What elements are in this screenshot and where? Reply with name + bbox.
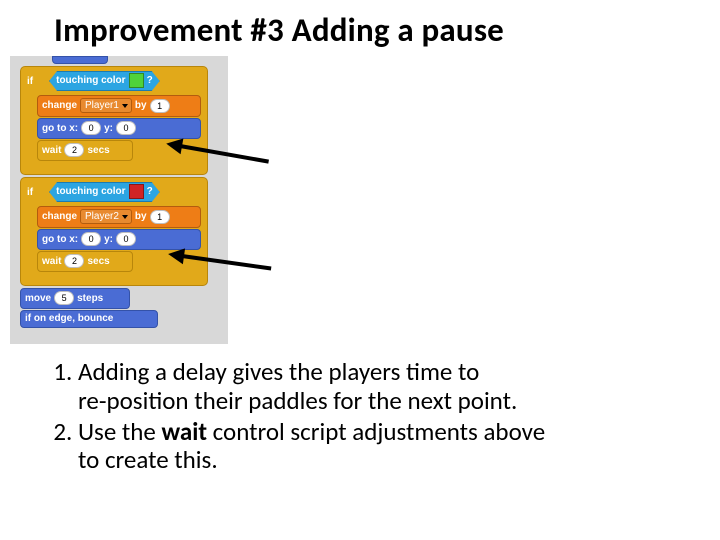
page-title: Improvement #3 Adding a pause [0,0,720,60]
touching-color-sensor-2[interactable]: touching color ? [49,182,160,202]
steps-input[interactable]: 5 [54,291,74,305]
color-swatch-green[interactable] [129,73,144,88]
bold-wait: wait [162,416,208,447]
text: control script adjustments above [207,416,545,447]
body-text: Adding a delay gives the players time to… [40,358,688,477]
color-swatch-red[interactable] [129,184,144,199]
by-label: by [135,211,147,222]
wait-secs-input[interactable]: 2 [64,143,84,157]
touching-color-sensor-1[interactable]: touching color ? [49,71,160,91]
if-block-2[interactable]: if touching color ? change Player2 by 1 … [20,177,208,286]
x-input[interactable]: 0 [81,232,101,246]
secs-label: secs [87,256,109,267]
steps-label: steps [77,293,103,304]
secs-label: secs [87,145,109,156]
y-input[interactable]: 0 [116,232,136,246]
change-label: change [42,100,77,111]
list-item: Adding a delay gives the players time to… [78,358,688,416]
wait-block-2[interactable]: wait 2 secs [37,251,133,272]
sensing-label: touching color [56,186,125,197]
change-label: change [42,211,77,222]
if-block-1[interactable]: if touching color ? change Player1 by 1 … [20,66,208,175]
text: to create this. [78,444,218,475]
wait-secs-input[interactable]: 2 [64,254,84,268]
text: re-position their paddles for the next p… [78,385,517,416]
by-value-input[interactable]: 1 [150,210,170,224]
move-steps-block[interactable]: move 5 steps [20,288,130,309]
wait-label: wait [42,145,61,156]
by-label: by [135,100,147,111]
wait-block-1[interactable]: wait 2 secs [37,140,133,161]
move-label: move [25,293,51,304]
y-label: y: [104,234,113,245]
if-keyword: if [27,187,33,198]
block-fragment [52,56,108,64]
if-keyword: if [27,76,33,87]
goto-xy-block-1[interactable]: go to x: 0 y: 0 [37,118,201,139]
by-value-input[interactable]: 1 [150,99,170,113]
if-on-edge-bounce-block[interactable]: if on edge, bounce [20,310,158,328]
goto-label: go to x: [42,123,78,134]
change-var-block-1[interactable]: change Player1 by 1 [37,95,201,117]
y-input[interactable]: 0 [116,121,136,135]
x-input[interactable]: 0 [81,121,101,135]
wait-label: wait [42,256,61,267]
scratch-script-area: if touching color ? change Player1 by 1 … [10,56,228,344]
question-mark: ? [147,186,153,197]
change-var-block-2[interactable]: change Player2 by 1 [37,206,201,228]
goto-label: go to x: [42,234,78,245]
var-dropdown-player2[interactable]: Player2 [80,209,132,224]
var-dropdown-player1[interactable]: Player1 [80,98,132,113]
question-mark: ? [147,75,153,86]
text: Use the [78,416,162,447]
bounce-label: if on edge, bounce [25,313,113,324]
y-label: y: [104,123,113,134]
text: Adding a delay gives the players time to [78,356,479,387]
list-item: Use the wait control script adjustments … [78,418,688,476]
sensing-label: touching color [56,75,125,86]
